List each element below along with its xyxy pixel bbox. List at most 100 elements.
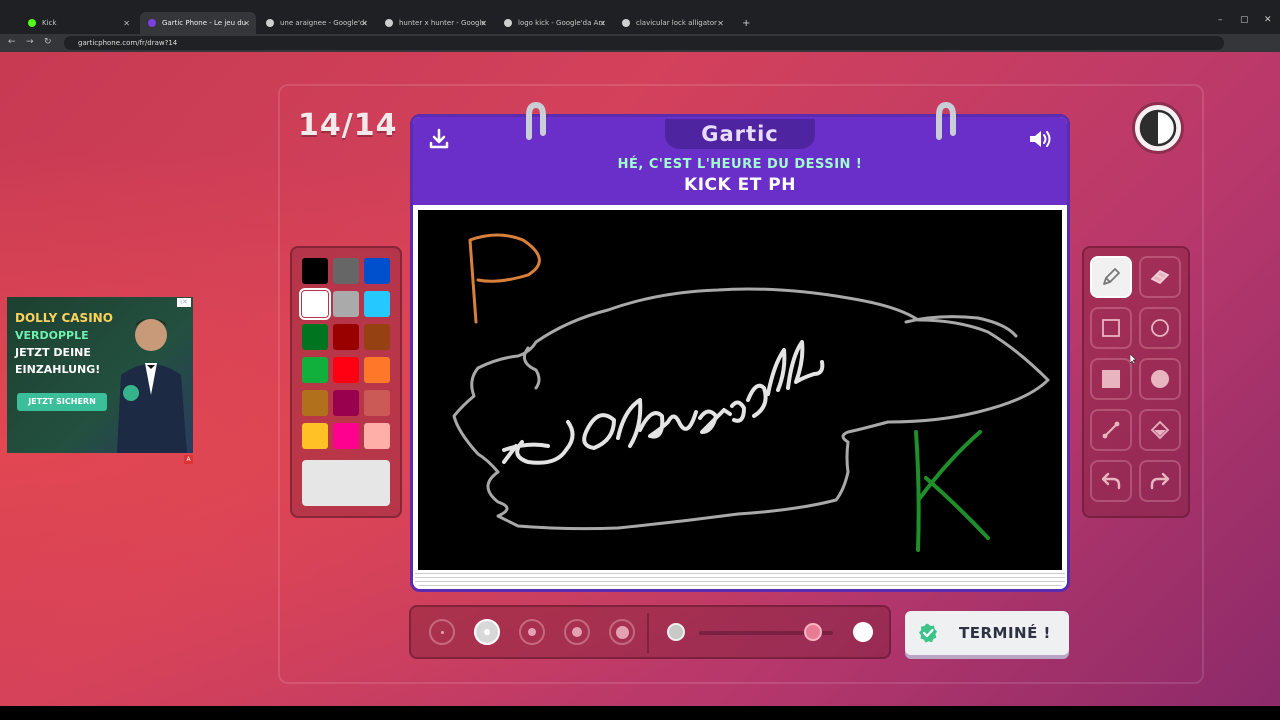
current-color-preview xyxy=(302,460,390,506)
forward-icon[interactable]: → xyxy=(26,37,34,47)
color-swatch[interactable] xyxy=(333,357,359,383)
opacity-slider-handle[interactable] xyxy=(803,623,822,641)
casino-ad[interactable]: DOLLY CASINO VERDOPPLE JETZT DEINE EINZA… xyxy=(7,297,193,453)
paint-bucket-icon xyxy=(1150,420,1170,440)
brush-size-dot xyxy=(440,630,444,634)
color-swatch[interactable] xyxy=(364,390,390,416)
done-button[interactable]: TERMINÉ ! xyxy=(905,611,1069,655)
tab-close-icon[interactable]: ✕ xyxy=(243,19,250,28)
color-swatch[interactable] xyxy=(364,324,390,350)
new-tab-button[interactable]: + xyxy=(734,12,758,34)
browser-tab[interactable]: une araignee - Google'da Ara✕ xyxy=(258,12,374,34)
minimize-button[interactable]: – xyxy=(1218,15,1223,25)
browser-chrome: Kick✕Gartic Phone - Le jeu du téléph✕une… xyxy=(0,0,1280,52)
tab-favicon-icon xyxy=(385,19,393,27)
browser-tab[interactable]: logo kick - Google'da Ara ✕ xyxy=(496,12,612,34)
color-swatch[interactable] xyxy=(333,258,359,284)
line-tool[interactable] xyxy=(1090,409,1132,451)
undo-tool[interactable] xyxy=(1090,460,1132,502)
brush-size-button[interactable] xyxy=(429,619,455,645)
back-icon[interactable]: ← xyxy=(8,37,16,47)
browser-tab[interactable]: Gartic Phone - Le jeu du téléph✕ xyxy=(140,12,256,34)
color-swatch[interactable] xyxy=(364,258,390,284)
ad-line-1: VERDOPPLE xyxy=(15,329,89,342)
color-palette xyxy=(290,246,402,518)
browser-tab[interactable]: clavicular lock alligator - Goog✕ xyxy=(614,12,730,34)
brush-size-button[interactable] xyxy=(564,619,590,645)
ellipse-tool[interactable] xyxy=(1139,307,1181,349)
ad-line-2: JETZT DEINE xyxy=(15,346,91,359)
undo-icon xyxy=(1101,472,1121,490)
contrast-icon xyxy=(1139,109,1177,147)
brush-size-button[interactable] xyxy=(519,619,545,645)
color-swatch[interactable] xyxy=(364,423,390,449)
tab-close-icon[interactable]: ✕ xyxy=(480,19,487,28)
check-icon xyxy=(919,623,937,643)
screen-bottom-strip xyxy=(0,706,1280,720)
color-swatch[interactable] xyxy=(302,324,328,350)
brush-settings-bar xyxy=(409,605,891,659)
notebook-pages-edge xyxy=(415,570,1065,586)
drawing-notebook: Gartic HÉ, C'EST L'HEURE DU DESSIN ! KIC… xyxy=(410,101,1070,592)
tab-close-icon[interactable]: ✕ xyxy=(717,19,724,28)
volume-icon[interactable] xyxy=(1027,127,1055,151)
tab-favicon-icon xyxy=(28,19,36,27)
brush-size-button[interactable] xyxy=(474,619,500,645)
redo-icon xyxy=(1150,472,1170,490)
url-field[interactable]: garticphone.com/fr/draw?14 xyxy=(64,36,1224,50)
color-swatch[interactable] xyxy=(364,357,390,383)
tab-title: hunter x hunter - Google'da Ar xyxy=(399,19,485,27)
ad-choices-badge[interactable]: A xyxy=(184,455,193,464)
tab-close-icon[interactable]: ✕ xyxy=(599,19,606,28)
color-swatch[interactable] xyxy=(333,291,359,317)
color-swatch[interactable] xyxy=(333,390,359,416)
color-swatch[interactable] xyxy=(333,324,359,350)
brush-size-button[interactable] xyxy=(609,619,635,645)
brush-size-dot xyxy=(615,625,629,639)
filled-ellipse-tool[interactable] xyxy=(1139,358,1181,400)
tab-favicon-icon xyxy=(504,19,512,27)
download-icon[interactable] xyxy=(427,127,451,151)
notebook-header: Gartic HÉ, C'EST L'HEURE DU DESSIN ! KIC… xyxy=(413,117,1067,205)
tab-favicon-icon xyxy=(148,19,156,27)
tab-close-icon[interactable]: ✕ xyxy=(123,19,130,28)
fill-tool[interactable] xyxy=(1139,409,1181,451)
rectangle-outline-icon xyxy=(1102,319,1120,337)
draw-subtitle: HÉ, C'EST L'HEURE DU DESSIN ! xyxy=(617,157,863,172)
tab-title: une araignee - Google'da Ara xyxy=(280,19,366,27)
redo-tool[interactable] xyxy=(1139,460,1181,502)
filled-square-icon xyxy=(1102,370,1120,388)
ad-cta-button[interactable]: JETZT SICHERN xyxy=(17,393,107,411)
tab-title: clavicular lock alligator - Goog xyxy=(636,19,722,27)
opacity-max-icon xyxy=(853,622,873,642)
color-swatch[interactable] xyxy=(333,423,359,449)
color-swatch[interactable] xyxy=(302,258,328,284)
tab-close-icon[interactable]: ✕ xyxy=(361,19,368,28)
done-button-label: TERMINÉ ! xyxy=(959,624,1051,642)
browser-tab[interactable]: Kick ✕ xyxy=(20,12,136,34)
color-swatch[interactable] xyxy=(302,357,328,383)
ad-person-image xyxy=(117,318,187,453)
color-swatch[interactable] xyxy=(364,291,390,317)
drawing-canvas[interactable] xyxy=(418,210,1062,570)
close-window-button[interactable]: ✕ xyxy=(1264,15,1272,25)
maximize-button[interactable]: ▢ xyxy=(1240,15,1249,25)
ad-close-button[interactable]: i✕ xyxy=(177,298,191,307)
browser-tab[interactable]: hunter x hunter - Google'da Ar✕ xyxy=(377,12,493,34)
brush-size-dot xyxy=(484,629,490,635)
reload-icon[interactable]: ↻ xyxy=(44,37,52,47)
tool-panel xyxy=(1082,246,1190,518)
pencil-tool[interactable] xyxy=(1090,256,1132,298)
round-counter: 14/14 xyxy=(298,108,398,143)
filled-rectangle-tool[interactable] xyxy=(1090,358,1132,400)
tab-title: Gartic Phone - Le jeu du téléph xyxy=(162,19,248,27)
contrast-toggle[interactable] xyxy=(1132,102,1184,154)
color-swatch[interactable] xyxy=(302,423,328,449)
color-swatch[interactable] xyxy=(299,288,331,320)
eraser-tool[interactable] xyxy=(1139,256,1181,298)
color-swatch[interactable] xyxy=(302,390,328,416)
pencil-icon xyxy=(1103,268,1120,285)
rectangle-tool[interactable] xyxy=(1090,307,1132,349)
brush-bar-divider xyxy=(647,613,649,653)
brush-size-dot xyxy=(571,626,583,638)
